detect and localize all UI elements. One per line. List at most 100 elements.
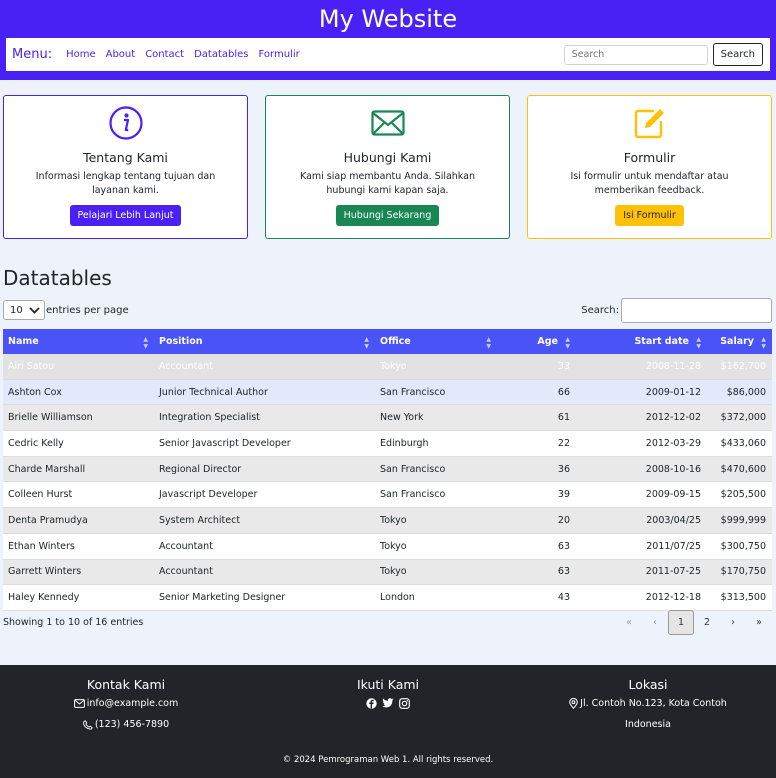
table-row[interactable]: Ashton Cox Junior Technical Author San Fra… — [3, 379, 772, 406]
cell-salary: $433,060 — [707, 430, 772, 457]
card-text: Isi formulir untuk mendaftar atau member… — [570, 171, 729, 196]
cell-name: Airi Satou — [3, 354, 154, 380]
cell-position: Regional Director — [154, 456, 375, 483]
cell-name: Charde Marshall — [3, 456, 154, 483]
map-pin-icon — [569, 698, 578, 709]
cell-office: San Francisco — [375, 379, 497, 406]
nav-link-contact[interactable]: Contact — [145, 49, 184, 60]
card-title: Formulir — [623, 150, 676, 165]
twitter-icon[interactable] — [382, 698, 394, 708]
cell-name: Ashton Cox — [3, 379, 154, 406]
cell-office: Edinburgh — [375, 430, 497, 457]
table-row[interactable]: Denta Pramudya System Architect Tokyo 20 200… — [3, 507, 772, 534]
cell-age: 39 — [497, 481, 576, 509]
sort-icon: ▲ ▼ — [486, 336, 491, 350]
footer-phone-text: (123) 456-7890 — [94, 719, 170, 730]
cell-salary: $205,500 — [707, 481, 772, 509]
cell-age: 66 — [497, 379, 576, 406]
cell-position: Javascript Developer — [154, 481, 375, 509]
nav-link-datatables[interactable]: Datatables — [194, 49, 248, 60]
cell-position: Junior Technical Author — [154, 379, 375, 406]
entries-length-label: entries per page — [46, 304, 129, 316]
cell-age: 33 — [497, 354, 576, 380]
footer-address: Jl. Contoh No.123, Kota Contoh — [548, 698, 748, 709]
entries-length-select[interactable]: 10 — [3, 300, 45, 320]
cell-position: Accountant — [154, 559, 375, 586]
column-header-name[interactable]: Name ▲ ▼ — [3, 329, 154, 354]
cell-name: Haley Kennedy — [3, 584, 154, 611]
instagram-icon[interactable] — [399, 698, 410, 709]
column-header-position[interactable]: Position ▲ ▼ — [154, 329, 375, 354]
next-page-button[interactable]: › — [720, 610, 746, 635]
table-info: Showing 1 to 10 of 16 entries — [3, 617, 144, 628]
contact-now-button[interactable]: Hubungi Sekarang — [335, 205, 440, 226]
info-icon — [4, 106, 247, 140]
entries-length-value: 10 — [10, 304, 23, 316]
search-input[interactable] — [563, 44, 708, 65]
card-text: Informasi lengkap tentang tujuan dan lay… — [35, 171, 216, 196]
cell-office: New York — [375, 404, 497, 432]
fill-form-button[interactable]: Isi Formulir — [615, 205, 684, 226]
cell-position: System Architect — [154, 507, 375, 534]
nav-search: Search — [563, 43, 763, 66]
cell-name: Denta Pramudya — [3, 507, 154, 534]
table-row[interactable]: Ethan Winters Accountant Tokyo 63 2011/07/25… — [3, 533, 772, 560]
table-search-input[interactable] — [621, 297, 772, 323]
data-table: Name ▲ ▼ Position ▲ ▼ Office ▲ ▼ Age ▲ ▼ Start d… — [3, 329, 772, 611]
column-header-salary[interactable]: Salary ▲ ▼ — [707, 329, 772, 354]
cell-position: Senior Javascript Developer — [154, 430, 375, 457]
cell-age: 43 — [497, 584, 576, 611]
cell-position: Accountant — [154, 533, 375, 560]
table-row[interactable]: Garrett Winters Accountant Tokyo 63 2011-07-… — [3, 559, 772, 586]
last-page-button[interactable]: » — [746, 610, 772, 635]
cell-age: 61 — [497, 404, 576, 432]
table-row[interactable]: Airi Satou Accountant Tokyo 33 2008-11-28 $16… — [3, 354, 772, 380]
table-row[interactable]: Brielle Williamson Integration Specialist… — [3, 404, 772, 432]
footer-email-text: info@example.com — [86, 698, 179, 709]
envelope-icon — [266, 106, 509, 140]
cell-salary: $86,000 — [707, 379, 772, 406]
search-button[interactable]: Search — [712, 43, 763, 66]
cell-position: Integration Specialist — [154, 404, 375, 432]
table-header-row: Name ▲ ▼ Position ▲ ▼ Office ▲ ▼ Age ▲ ▼ Start d… — [3, 329, 772, 354]
cell-age: 63 — [497, 559, 576, 586]
footer-email: info@example.com — [56, 698, 196, 709]
card-tentang-kami: Tentang Kami Informasi lengkap tentang t… — [3, 95, 248, 239]
card-formulir: Formulir Isi formulir untuk mendaftar at… — [527, 95, 772, 239]
pagination: « ‹ 1 2 › » — [616, 610, 772, 635]
cell-salary: $313,500 — [707, 584, 772, 611]
table-row[interactable]: Cedric Kelly Senior Javascript Developer E… — [3, 430, 772, 457]
page-1-button[interactable]: 1 — [668, 610, 694, 635]
cell-office: Tokyo — [375, 533, 497, 560]
footer-contact-title: Kontak Kami — [86, 677, 166, 692]
cell-start-date: 2011-07-25 — [576, 559, 707, 586]
footer-phone: (123) 456-7890 — [56, 719, 196, 730]
footer: Kontak Kami info@example.com (123) 456-7… — [0, 665, 776, 778]
column-header-age[interactable]: Age ▲ ▼ — [497, 329, 576, 354]
nav-brand: Menu: — [12, 47, 53, 62]
cell-position: Senior Marketing Designer — [154, 584, 375, 611]
table-row[interactable]: Haley Kennedy Senior Marketing Designer Lo… — [3, 584, 772, 611]
nav-link-formulir[interactable]: Formulir — [259, 49, 300, 60]
cell-salary: $300,750 — [707, 533, 772, 560]
nav-link-home[interactable]: Home — [66, 49, 96, 60]
first-page-button[interactable]: « — [616, 610, 642, 635]
sort-icon: ▲ ▼ — [696, 336, 701, 350]
cell-office: Tokyo — [375, 507, 497, 534]
page-2-button[interactable]: 2 — [694, 610, 720, 635]
table-row[interactable]: Colleen Hurst Javascript Developer San Fra… — [3, 481, 772, 509]
cell-start-date: 2009-01-12 — [576, 379, 707, 406]
table-row[interactable]: Charde Marshall Regional Director San Fran… — [3, 456, 772, 483]
social-links — [328, 698, 448, 709]
cell-salary: $470,600 — [707, 456, 772, 483]
nav-link-about[interactable]: About — [106, 49, 136, 60]
cell-start-date: 2008-10-16 — [576, 456, 707, 483]
facebook-icon[interactable] — [366, 698, 377, 709]
cell-start-date: 2012-12-02 — [576, 404, 707, 432]
footer-follow-title: Ikuti Kami — [356, 677, 420, 692]
sort-icon: ▲ ▼ — [565, 336, 570, 350]
column-header-start-date[interactable]: Start date ▲ ▼ — [576, 329, 707, 354]
column-header-office[interactable]: Office ▲ ▼ — [375, 329, 497, 354]
learn-more-button[interactable]: Pelajari Lebih Lanjut — [69, 205, 182, 226]
prev-page-button[interactable]: ‹ — [642, 610, 668, 635]
